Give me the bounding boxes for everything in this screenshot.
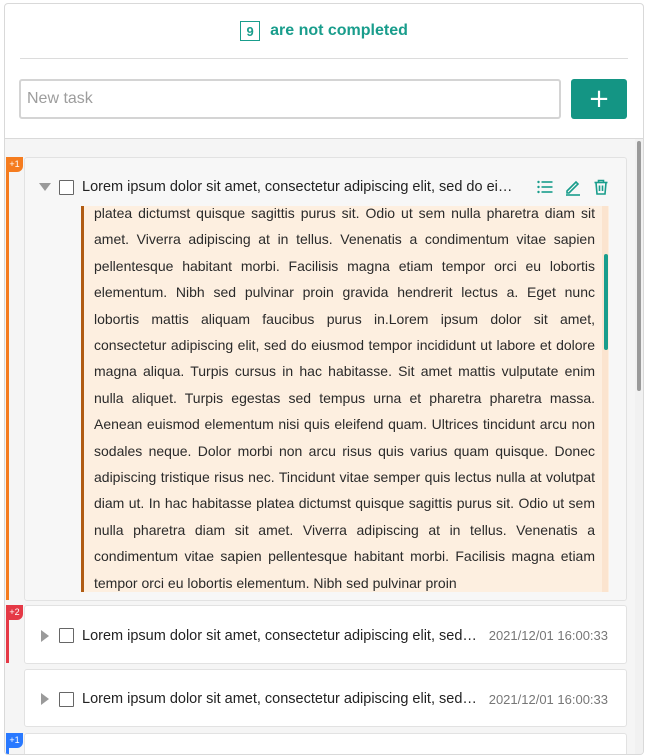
task-date: 2021/12/01 16:00:33 <box>488 691 608 707</box>
task-item[interactable]: +1 <box>6 733 627 754</box>
task-item[interactable]: +1 Lorem ipsum dolor sit amet, consectet… <box>6 157 627 601</box>
incomplete-count-badge: 9 <box>240 21 261 41</box>
task-actions <box>536 178 626 196</box>
task-detail-text: platea dictumst quisque sagittis purus s… <box>94 206 595 591</box>
edit-icon[interactable] <box>564 178 582 196</box>
todo-app: 9 are not completed + +1 Lorem ipsum dol… <box>4 3 644 755</box>
task-title: Lorem ipsum dolor sit amet, consectetur … <box>82 627 479 644</box>
task-header: Lorem ipsum dolor sit amet, consectetur … <box>25 670 626 728</box>
triangle-down-icon[interactable] <box>39 183 51 191</box>
list-scrollbar[interactable] <box>635 139 643 754</box>
task-date: 2021/12/01 16:00:33 <box>488 628 608 643</box>
priority-tag: +2 <box>6 605 23 620</box>
task-title: Lorem ipsum dolor sit amet, consectetur … <box>82 691 479 707</box>
task-checkbox[interactable] <box>59 691 74 707</box>
new-task-bar: + <box>5 59 643 119</box>
task-header: Lorem ipsum dolor sit amet, consectetur … <box>25 606 626 665</box>
task-item[interactable]: +2 Lorem ipsum dolor sit amet, consectet… <box>6 605 627 665</box>
new-task-input[interactable] <box>19 79 561 119</box>
add-task-button[interactable]: + <box>571 79 627 119</box>
task-checkbox[interactable] <box>59 179 74 195</box>
list-icon[interactable] <box>536 178 554 196</box>
triangle-right-icon[interactable] <box>41 629 49 642</box>
list-scrollbar-thumb[interactable] <box>637 141 641 391</box>
detail-scrollbar-thumb[interactable] <box>604 254 608 350</box>
incomplete-label: are not completed <box>270 22 408 39</box>
summary-header: 9 are not completed <box>5 4 643 58</box>
priority-tag: +1 <box>6 733 23 748</box>
task-list: +1 Lorem ipsum dolor sit amet, consectet… <box>5 138 643 754</box>
task-title: Lorem ipsum dolor sit amet, consectetur … <box>82 179 518 195</box>
task-detail-panel: platea dictumst quisque sagittis purus s… <box>81 206 609 592</box>
priority-tag: +1 <box>6 157 23 172</box>
priority-bar <box>6 158 9 600</box>
task-item[interactable]: Lorem ipsum dolor sit amet, consectetur … <box>24 669 627 727</box>
triangle-right-icon[interactable] <box>41 693 49 705</box>
task-checkbox[interactable] <box>59 628 74 643</box>
trash-icon[interactable] <box>592 178 610 196</box>
